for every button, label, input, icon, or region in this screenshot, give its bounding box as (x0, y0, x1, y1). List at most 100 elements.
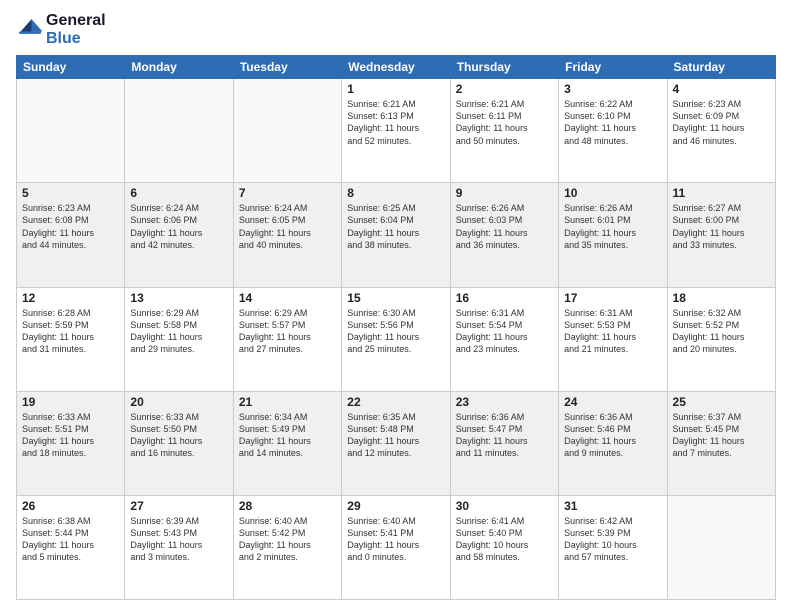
day-number: 18 (673, 291, 770, 305)
calendar-cell: 5 Sunrise: 6:23 AM Sunset: 6:08 PM Daylig… (17, 183, 125, 287)
calendar-week-row-2: 5 Sunrise: 6:23 AM Sunset: 6:08 PM Daylig… (17, 183, 776, 287)
day-info: Sunrise: 6:36 AM Sunset: 5:47 PM Dayligh… (456, 411, 553, 460)
day-info: Sunrise: 6:24 AM Sunset: 6:06 PM Dayligh… (130, 202, 227, 251)
day-number: 13 (130, 291, 227, 305)
day-number: 26 (22, 499, 119, 513)
weekday-header-wednesday: Wednesday (342, 56, 450, 79)
day-info: Sunrise: 6:38 AM Sunset: 5:44 PM Dayligh… (22, 515, 119, 564)
day-number: 22 (347, 395, 444, 409)
weekday-header-row: SundayMondayTuesdayWednesdayThursdayFrid… (17, 56, 776, 79)
calendar-cell: 17 Sunrise: 6:31 AM Sunset: 5:53 PM Dayli… (559, 287, 667, 391)
day-number: 15 (347, 291, 444, 305)
day-info: Sunrise: 6:22 AM Sunset: 6:10 PM Dayligh… (564, 98, 661, 147)
day-info: Sunrise: 6:33 AM Sunset: 5:51 PM Dayligh… (22, 411, 119, 460)
day-info: Sunrise: 6:40 AM Sunset: 5:41 PM Dayligh… (347, 515, 444, 564)
calendar-cell: 26 Sunrise: 6:38 AM Sunset: 5:44 PM Dayli… (17, 495, 125, 599)
day-number: 7 (239, 186, 336, 200)
day-number: 11 (673, 186, 770, 200)
day-info: Sunrise: 6:29 AM Sunset: 5:58 PM Dayligh… (130, 307, 227, 356)
calendar-week-row-3: 12Sunrise: 6:28 AM Sunset: 5:59 PM Dayli… (17, 287, 776, 391)
day-info: Sunrise: 6:27 AM Sunset: 6:00 PM Dayligh… (673, 202, 770, 251)
calendar-cell: 11 Sunrise: 6:27 AM Sunset: 6:00 PM Dayli… (667, 183, 775, 287)
day-info: Sunrise: 6:34 AM Sunset: 5:49 PM Dayligh… (239, 411, 336, 460)
day-number: 8 (347, 186, 444, 200)
calendar-cell: 2 Sunrise: 6:21 AM Sunset: 6:11 PM Daylig… (450, 79, 558, 183)
day-info: Sunrise: 6:40 AM Sunset: 5:42 PM Dayligh… (239, 515, 336, 564)
calendar-cell: 18 Sunrise: 6:32 AM Sunset: 5:52 PM Dayli… (667, 287, 775, 391)
calendar-cell: 29 Sunrise: 6:40 AM Sunset: 5:41 PM Dayli… (342, 495, 450, 599)
calendar-cell (17, 79, 125, 183)
page-header: General Blue (16, 12, 776, 47)
day-number: 28 (239, 499, 336, 513)
day-info: Sunrise: 6:39 AM Sunset: 5:43 PM Dayligh… (130, 515, 227, 564)
day-info: Sunrise: 6:26 AM Sunset: 6:01 PM Dayligh… (564, 202, 661, 251)
calendar-cell: 1 Sunrise: 6:21 AM Sunset: 6:13 PM Daylig… (342, 79, 450, 183)
calendar-cell: 3 Sunrise: 6:22 AM Sunset: 6:10 PM Daylig… (559, 79, 667, 183)
calendar-cell: 21 Sunrise: 6:34 AM Sunset: 5:49 PM Dayli… (233, 391, 341, 495)
day-number: 1 (347, 82, 444, 96)
calendar-table: SundayMondayTuesdayWednesdayThursdayFrid… (16, 55, 776, 600)
calendar-cell: 6 Sunrise: 6:24 AM Sunset: 6:06 PM Daylig… (125, 183, 233, 287)
day-number: 30 (456, 499, 553, 513)
calendar-cell: 23 Sunrise: 6:36 AM Sunset: 5:47 PM Dayli… (450, 391, 558, 495)
calendar-cell: 14 Sunrise: 6:29 AM Sunset: 5:57 PM Dayli… (233, 287, 341, 391)
day-info: Sunrise: 6:36 AM Sunset: 5:46 PM Dayligh… (564, 411, 661, 460)
calendar-cell (233, 79, 341, 183)
logo: General Blue (16, 12, 106, 47)
weekday-header-sunday: Sunday (17, 56, 125, 79)
day-number: 27 (130, 499, 227, 513)
calendar-week-row-1: 1 Sunrise: 6:21 AM Sunset: 6:13 PM Daylig… (17, 79, 776, 183)
day-number: 6 (130, 186, 227, 200)
day-info: Sunrise: 6:23 AM Sunset: 6:08 PM Dayligh… (22, 202, 119, 251)
calendar-cell: 4 Sunrise: 6:23 AM Sunset: 6:09 PM Daylig… (667, 79, 775, 183)
day-info: Sunrise: 6:21 AM Sunset: 6:13 PM Dayligh… (347, 98, 444, 147)
day-info: Sunrise: 6:29 AM Sunset: 5:57 PM Dayligh… (239, 307, 336, 356)
calendar-cell: 28 Sunrise: 6:40 AM Sunset: 5:42 PM Dayli… (233, 495, 341, 599)
calendar-cell: 13 Sunrise: 6:29 AM Sunset: 5:58 PM Dayli… (125, 287, 233, 391)
calendar-cell: 15Sunrise: 6:30 AM Sunset: 5:56 PM Dayli… (342, 287, 450, 391)
calendar-cell: 16 Sunrise: 6:31 AM Sunset: 5:54 PM Dayli… (450, 287, 558, 391)
day-number: 4 (673, 82, 770, 96)
day-info: Sunrise: 6:21 AM Sunset: 6:11 PM Dayligh… (456, 98, 553, 147)
calendar-cell: 31Sunrise: 6:42 AM Sunset: 5:39 PM Dayli… (559, 495, 667, 599)
day-info: Sunrise: 6:24 AM Sunset: 6:05 PM Dayligh… (239, 202, 336, 251)
day-info: Sunrise: 6:33 AM Sunset: 5:50 PM Dayligh… (130, 411, 227, 460)
day-info: Sunrise: 6:35 AM Sunset: 5:48 PM Dayligh… (347, 411, 444, 460)
day-info: Sunrise: 6:28 AM Sunset: 5:59 PM Dayligh… (22, 307, 119, 356)
calendar-cell: 22 Sunrise: 6:35 AM Sunset: 5:48 PM Dayli… (342, 391, 450, 495)
calendar-week-row-5: 26 Sunrise: 6:38 AM Sunset: 5:44 PM Dayli… (17, 495, 776, 599)
day-info: Sunrise: 6:23 AM Sunset: 6:09 PM Dayligh… (673, 98, 770, 147)
calendar-cell: 20Sunrise: 6:33 AM Sunset: 5:50 PM Dayli… (125, 391, 233, 495)
day-info: Sunrise: 6:41 AM Sunset: 5:40 PM Dayligh… (456, 515, 553, 564)
weekday-header-monday: Monday (125, 56, 233, 79)
calendar-cell: 27 Sunrise: 6:39 AM Sunset: 5:43 PM Dayli… (125, 495, 233, 599)
day-number: 24 (564, 395, 661, 409)
day-number: 23 (456, 395, 553, 409)
day-number: 21 (239, 395, 336, 409)
day-number: 17 (564, 291, 661, 305)
day-number: 10 (564, 186, 661, 200)
day-number: 16 (456, 291, 553, 305)
calendar-cell (125, 79, 233, 183)
calendar-cell: 19 Sunrise: 6:33 AM Sunset: 5:51 PM Dayli… (17, 391, 125, 495)
day-info: Sunrise: 6:32 AM Sunset: 5:52 PM Dayligh… (673, 307, 770, 356)
day-info: Sunrise: 6:37 AM Sunset: 5:45 PM Dayligh… (673, 411, 770, 460)
day-number: 2 (456, 82, 553, 96)
day-number: 19 (22, 395, 119, 409)
day-number: 29 (347, 499, 444, 513)
day-number: 3 (564, 82, 661, 96)
calendar-cell: 30 Sunrise: 6:41 AM Sunset: 5:40 PM Dayli… (450, 495, 558, 599)
day-info: Sunrise: 6:31 AM Sunset: 5:53 PM Dayligh… (564, 307, 661, 356)
calendar-week-row-4: 19 Sunrise: 6:33 AM Sunset: 5:51 PM Dayli… (17, 391, 776, 495)
calendar-cell: 7 Sunrise: 6:24 AM Sunset: 6:05 PM Daylig… (233, 183, 341, 287)
calendar-cell (667, 495, 775, 599)
day-number: 5 (22, 186, 119, 200)
weekday-header-tuesday: Tuesday (233, 56, 341, 79)
day-info: Sunrise: 6:42 AM Sunset: 5:39 PM Dayligh… (564, 515, 661, 564)
day-number: 14 (239, 291, 336, 305)
day-info: Sunrise: 6:31 AM Sunset: 5:54 PM Dayligh… (456, 307, 553, 356)
calendar-page: General Blue SundayMondayTuesdayWednesda… (0, 0, 792, 612)
logo-text: General Blue (46, 12, 106, 47)
calendar-cell: 24 Sunrise: 6:36 AM Sunset: 5:46 PM Dayli… (559, 391, 667, 495)
calendar-cell: 9Sunrise: 6:26 AM Sunset: 6:03 PM Daylig… (450, 183, 558, 287)
